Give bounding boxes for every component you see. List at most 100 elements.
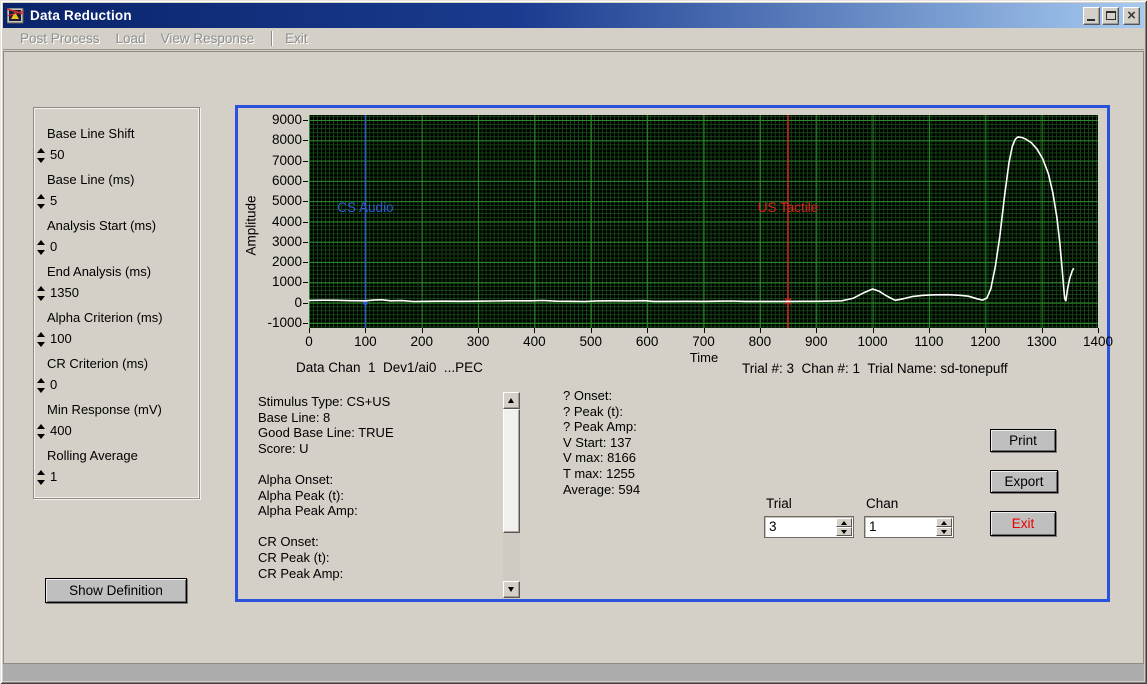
x-tick-mark xyxy=(928,328,930,333)
x-tick-label: 400 xyxy=(523,334,546,349)
y-tick-label: 3000 xyxy=(271,233,302,249)
scroll-up-button[interactable] xyxy=(503,392,520,409)
param-value-2[interactable]: 0 xyxy=(50,239,57,254)
y-tick-label: 6000 xyxy=(271,172,302,188)
param-value-3[interactable]: 1350 xyxy=(50,285,79,300)
trial-selector[interactable]: 3 xyxy=(764,516,854,538)
y-tick-mark xyxy=(303,160,308,162)
param-increment-button[interactable] xyxy=(37,148,45,153)
trial-decrement-button[interactable] xyxy=(836,527,852,536)
chart-plot-area xyxy=(309,115,1098,328)
param-increment-button[interactable] xyxy=(37,240,45,245)
results-scrollbar[interactable] xyxy=(503,392,520,598)
param-decrement-button[interactable] xyxy=(37,388,45,393)
y-tick-label: 8000 xyxy=(271,132,302,148)
param-value-7[interactable]: 1 xyxy=(50,469,57,484)
param-value-0[interactable]: 50 xyxy=(50,147,64,162)
menu-item-exit[interactable]: Exit xyxy=(284,31,309,46)
param-label-2: Analysis Start (ms) xyxy=(47,218,157,233)
window-bottom-strip xyxy=(3,663,1144,681)
param-value-4[interactable]: 100 xyxy=(50,331,72,346)
close-icon: × xyxy=(1127,7,1136,24)
param-increment-button[interactable] xyxy=(37,286,45,291)
y-tick-label: 0 xyxy=(294,294,302,310)
x-tick-mark xyxy=(534,328,536,333)
param-decrement-button[interactable] xyxy=(37,296,45,301)
trial-value[interactable]: 3 xyxy=(769,519,777,534)
scrollbar-thumb[interactable] xyxy=(503,409,520,533)
trial-increment-button[interactable] xyxy=(836,518,852,527)
print-button[interactable]: Print xyxy=(990,429,1056,452)
chan-selector[interactable]: 1 xyxy=(864,516,954,538)
response-waveform xyxy=(309,136,1075,303)
labview-icon xyxy=(6,7,25,24)
x-tick-mark xyxy=(421,328,423,333)
x-tick-mark xyxy=(1098,328,1099,333)
trial-selector-label: Trial xyxy=(766,496,792,511)
y-tick-label: 1000 xyxy=(271,274,302,290)
param-value-1[interactable]: 5 xyxy=(50,193,57,208)
y-tick-label: 5000 xyxy=(271,193,302,209)
param-value-5[interactable]: 0 xyxy=(50,377,57,392)
param-decrement-button[interactable] xyxy=(37,158,45,163)
window-title: Data Reduction xyxy=(30,8,132,23)
param-value-6[interactable]: 400 xyxy=(50,423,72,438)
menu-item-load[interactable]: Load xyxy=(115,31,147,46)
param-decrement-button[interactable] xyxy=(37,434,45,439)
cursor-label-cs-audio: CS Audio xyxy=(337,200,394,216)
waveform-svg xyxy=(309,115,1075,328)
y-tick-mark xyxy=(303,221,308,223)
y-tick-label: 9000 xyxy=(271,112,302,127)
x-tick-label: 1200 xyxy=(970,334,1001,349)
param-label-7: Rolling Average xyxy=(47,448,138,463)
scroll-down-button[interactable] xyxy=(503,581,520,598)
y-tick-mark xyxy=(303,302,308,304)
down-arrow-icon xyxy=(841,530,847,534)
x-tick-mark xyxy=(703,328,705,333)
scroll-up-icon xyxy=(508,398,514,403)
title-bar[interactable]: Data Reduction × xyxy=(3,3,1144,28)
show-definition-button[interactable]: Show Definition xyxy=(45,578,187,603)
export-button[interactable]: Export xyxy=(990,470,1058,493)
x-tick-mark xyxy=(647,328,649,333)
x-tick-label: 500 xyxy=(579,334,603,349)
param-decrement-button[interactable] xyxy=(37,480,45,485)
trial-info-label: Trial #: 3 Chan #: 1 Trial Name: sd-tone… xyxy=(742,361,1008,376)
menu-item-post-process[interactable]: Post Process xyxy=(19,31,101,46)
results-box: Stimulus Type: CS+US Base Line: 8 Good B… xyxy=(258,392,520,598)
chan-decrement-button[interactable] xyxy=(936,527,952,536)
chan-increment-button[interactable] xyxy=(936,518,952,527)
minimize-button[interactable] xyxy=(1083,7,1100,25)
y-tick-label: 4000 xyxy=(271,213,302,229)
param-increment-button[interactable] xyxy=(37,378,45,383)
param-increment-button[interactable] xyxy=(37,194,45,199)
param-decrement-button[interactable] xyxy=(37,250,45,255)
summary-stats: ? Onset: ? Peak (t): ? Peak Amp: V Start… xyxy=(563,388,641,497)
y-tick-mark xyxy=(303,262,308,264)
param-label-1: Base Line (ms) xyxy=(47,172,135,187)
param-increment-button[interactable] xyxy=(37,470,45,475)
x-tick-mark xyxy=(1041,328,1043,333)
param-increment-button[interactable] xyxy=(37,332,45,337)
y-tick-mark xyxy=(303,323,308,324)
exit-button[interactable]: Exit xyxy=(990,511,1056,536)
x-tick-mark xyxy=(816,328,818,333)
x-tick-label: 800 xyxy=(748,334,772,349)
y-tick-label: 2000 xyxy=(271,254,302,270)
x-tick-label: 1300 xyxy=(1026,334,1057,349)
param-increment-button[interactable] xyxy=(37,424,45,429)
menu-separator xyxy=(271,31,273,46)
x-tick-label: 0 xyxy=(305,334,313,349)
y-tick-mark xyxy=(303,241,308,243)
maximize-icon xyxy=(1106,11,1116,20)
close-button[interactable]: × xyxy=(1123,7,1140,25)
maximize-button[interactable] xyxy=(1102,7,1119,25)
param-label-3: End Analysis (ms) xyxy=(47,264,152,279)
x-tick-mark xyxy=(309,328,310,333)
param-decrement-button[interactable] xyxy=(37,342,45,347)
x-tick-label: 1400 xyxy=(1082,334,1114,349)
menu-item-view-response[interactable]: View Response xyxy=(160,31,256,46)
chan-value[interactable]: 1 xyxy=(869,519,877,534)
param-decrement-button[interactable] xyxy=(37,204,45,209)
scroll-down-icon xyxy=(508,587,514,592)
